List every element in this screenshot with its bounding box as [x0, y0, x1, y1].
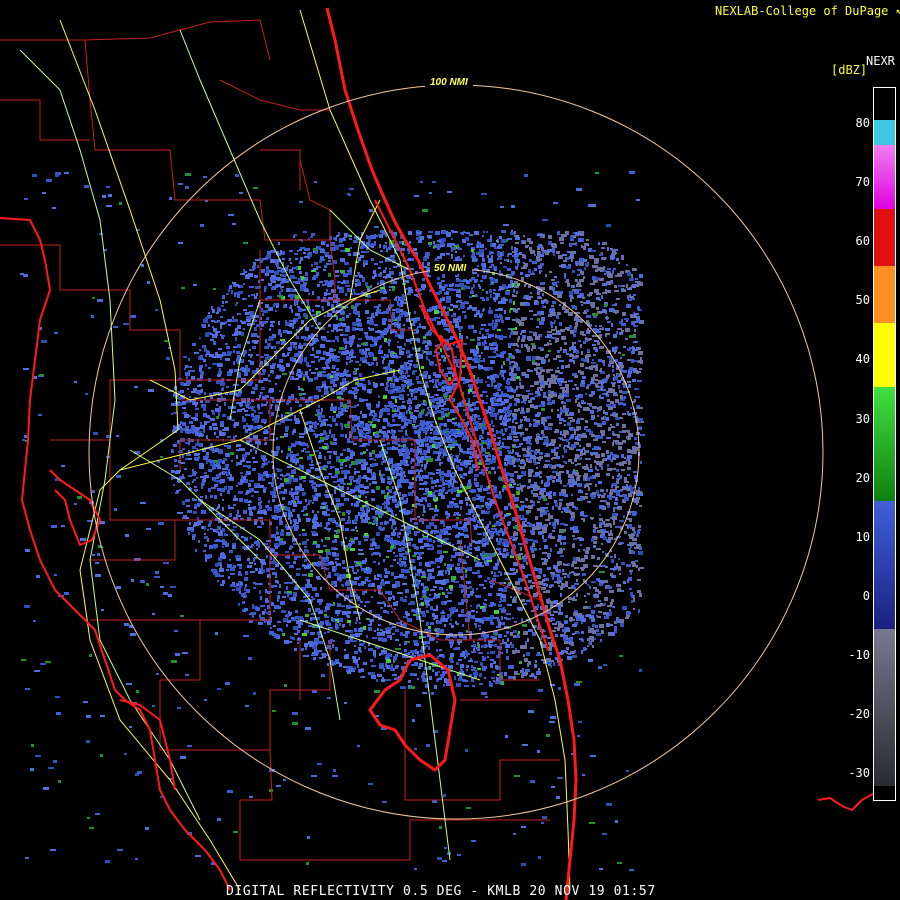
color-scale-tick: 50 [855, 293, 870, 307]
legend-units: [dBZ] [831, 63, 868, 77]
source-credit: NEXLAB-College of DuPage ↖ [715, 4, 900, 18]
radar-site-marker [452, 448, 459, 455]
color-scale-tick: 0 [862, 589, 870, 603]
reflectivity-echoes [20, 171, 645, 871]
product-code: NEXR [866, 54, 895, 68]
range-label-50: 50 NMI [434, 263, 466, 274]
radar-map: 100 NMI 50 NMI [0, 7, 877, 900]
color-scale-tick: 20 [855, 471, 870, 485]
radar-display: 100 NMI 50 NMI NEXLAB-College of DuPage … [0, 0, 900, 900]
color-scale-tick: 10 [855, 530, 870, 544]
color-scale-tick: 60 [855, 234, 870, 248]
color-scale-tick: 70 [855, 175, 870, 189]
color-scale-tick: 30 [855, 412, 870, 426]
color-scale-tick: -10 [848, 648, 870, 662]
highways [19, 9, 571, 891]
color-scale-tick: -30 [848, 766, 870, 780]
color-scale-tick: -20 [848, 707, 870, 721]
range-label-100: 100 NMI [430, 77, 468, 88]
color-scale-tick: 40 [855, 352, 870, 366]
product-caption: DIGITAL REFLECTIVITY 0.5 DEG - KMLB 20 N… [226, 884, 656, 899]
color-scale-tick: 80 [855, 116, 870, 130]
reflectivity-color-scale [873, 87, 896, 801]
